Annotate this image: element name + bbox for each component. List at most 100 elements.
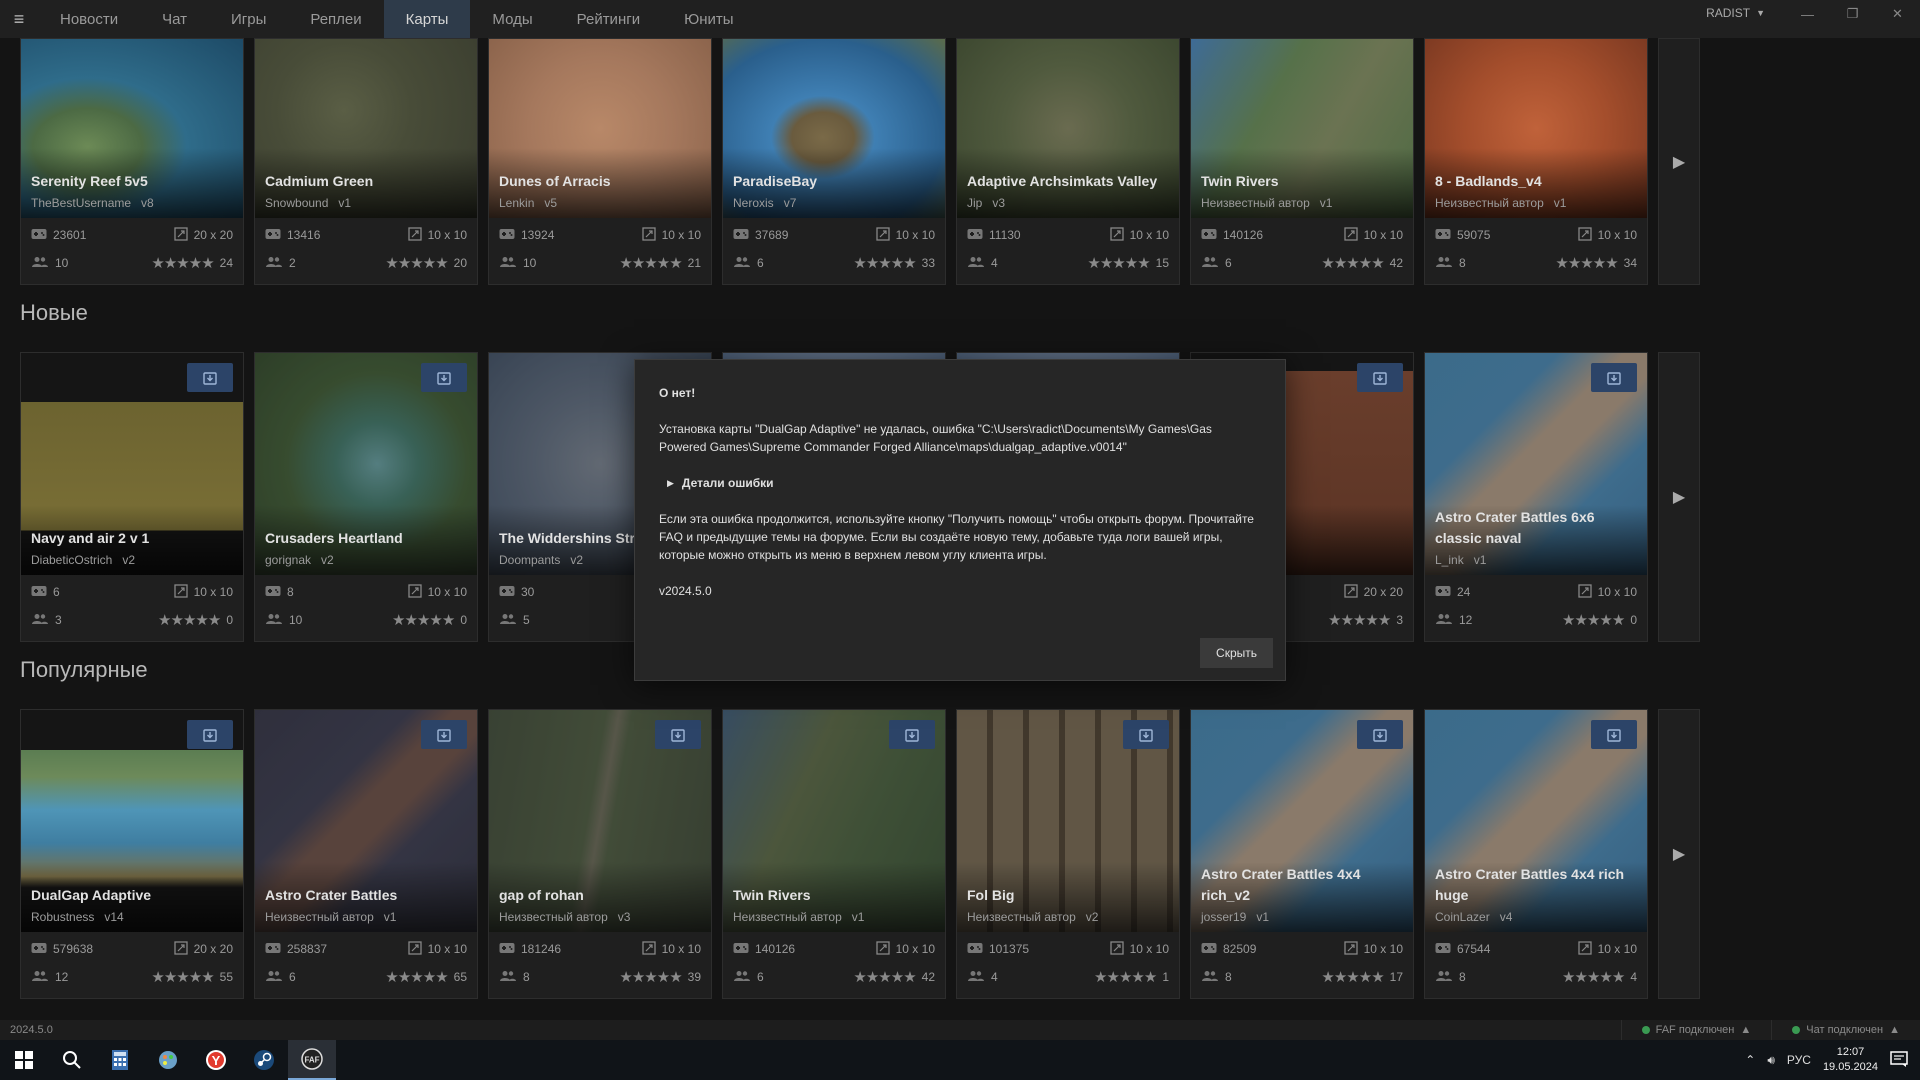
star-rating-icon: ★★★★★ [853,255,916,272]
download-button[interactable] [655,720,701,749]
download-button[interactable] [1357,720,1403,749]
tab-replays[interactable]: Реплеи [288,0,383,38]
hide-button[interactable]: Скрыть [1200,638,1273,668]
map-stats: 67544 10 x 10 8 ★★★★★ 4 [1435,940,1637,986]
next-page-button[interactable]: ▶ [1658,709,1700,999]
next-page-button[interactable]: ▶ [1658,38,1700,285]
map-card[interactable]: Serenity Reef 5v5 TheBestUsername v8 23601 2… [20,38,244,285]
map-card[interactable]: Astro Crater Battles 6x6 classic naval L_… [1424,352,1648,642]
plays-count: 101375 [989,942,1030,956]
map-preview[interactable]: Cadmium Green Snowbound v1 [255,39,477,218]
map-size: 20 x 20 [193,942,233,956]
map-preview[interactable]: Adaptive Archsimkats Valley Jip v3 [957,39,1179,218]
section-title-new: Новые [20,300,88,325]
gamepad-icon [265,942,281,957]
map-card[interactable]: Astro Crater Battles 4x4 rich huge CoinLa… [1424,709,1648,999]
map-card[interactable]: gap of rohan Неизвестный автор v3 181246 10 … [488,709,712,999]
search-icon[interactable] [48,1040,96,1080]
plays-stat: 30 [499,585,534,600]
map-card[interactable]: Adaptive Archsimkats Valley Jip v3 11130 10 … [956,38,1180,285]
map-card[interactable]: Cadmium Green Snowbound v1 13416 10 x 10 2 ★★★… [254,38,478,285]
hamburger-menu-icon[interactable]: ≡ [0,0,38,38]
map-preview[interactable]: Twin Rivers Неизвестный автор v1 [1191,39,1413,218]
download-button[interactable] [1591,720,1637,749]
download-button[interactable] [421,720,467,749]
plays-stat: 258837 [265,942,327,957]
players-icon [31,970,49,985]
download-button[interactable] [187,363,233,392]
plays-count: 30 [521,585,535,599]
map-size-icon [1577,940,1592,958]
tab-chat[interactable]: Чат [140,0,209,38]
rating-stat: ★★★★★ 0 [392,611,467,629]
tab-games[interactable]: Игры [209,0,288,38]
triangle-right-icon: ▶ [667,478,674,488]
map-stats: 37689 10 x 10 6 ★★★★★ 33 [733,226,935,272]
tab-mods[interactable]: Моды [470,0,554,38]
faf-connection-status[interactable]: FAF подключен ▲ [1620,1020,1772,1040]
map-preview[interactable]: 8 - Badlands_v4 Неизвестный автор v1 [1425,39,1647,218]
steam-icon[interactable] [240,1040,288,1080]
map-version: v2 [122,553,136,567]
user-menu[interactable]: RADIST ▼ [1706,0,1785,26]
map-preview[interactable]: ParadiseBay Neroxis v7 [723,39,945,218]
error-details-toggle[interactable]: ▶ Детали ошибки [667,474,1261,492]
map-card[interactable]: ParadiseBay Neroxis v7 37689 10 x 10 6 ★★★★★ 33 [722,38,946,285]
paint-app-icon[interactable] [144,1040,192,1080]
map-card[interactable]: Dunes of Arracis Lenkin v5 13924 10 x 10 10 ★★… [488,38,712,285]
map-preview[interactable]: Dunes of Arracis Lenkin v5 [489,39,711,218]
gamepad-icon [1435,585,1451,600]
map-preview[interactable]: Serenity Reef 5v5 TheBestUsername v8 [21,39,243,218]
map-card[interactable]: Twin Rivers Неизвестный автор v1 140126 10 x… [1190,38,1414,285]
section-title-popular: Популярные [20,657,148,682]
map-version: v1 [851,910,865,924]
star-rating-icon: ★★★★★ [619,255,682,272]
plays-count: 6 [53,585,60,599]
map-card[interactable]: Fol Big Неизвестный автор v2 101375 10 x 10 4… [956,709,1180,999]
download-icon [1606,370,1622,386]
calculator-icon[interactable] [96,1040,144,1080]
map-card[interactable]: Navy and air 2 v 1 DiabeticOstrich v2 6 10 x… [20,352,244,642]
chat-connection-status[interactable]: Чат подключен ▲ [1771,1020,1920,1040]
download-button[interactable] [421,363,467,392]
map-version: v3 [617,910,631,924]
map-author-line: Snowbound v1 [265,196,351,210]
clock[interactable]: 12:07 19.05.2024 [1823,1045,1878,1075]
faf-client-icon[interactable]: FAF [288,1040,336,1080]
yandex-browser-icon[interactable]: Y [192,1040,240,1080]
map-card[interactable]: Crusaders Heartland gorignak v2 8 10 x 10 10 ★… [254,352,478,642]
map-size-icon [1343,583,1358,601]
stats-line-1: 24 10 x 10 [1435,583,1637,601]
language-indicator[interactable]: РУС [1787,1053,1811,1067]
download-button[interactable] [1357,363,1403,392]
notifications-icon[interactable] [1890,1050,1908,1071]
chat-status-label: Чат подключен [1806,1024,1884,1036]
map-author-line: Robustness v14 [31,910,124,924]
download-button[interactable] [1123,720,1169,749]
windows-start-icon[interactable] [0,1040,48,1080]
map-author: Неизвестный автор [1201,196,1310,210]
tab-maps[interactable]: Карты [383,0,471,38]
tab-units[interactable]: Юниты [662,0,755,38]
restore-icon[interactable]: ❐ [1830,0,1875,28]
players-icon [1435,970,1453,985]
map-card[interactable]: Astro Crater Battles Неизвестный автор v1 2… [254,709,478,999]
tab-ratings[interactable]: Рейтинги [555,0,662,38]
map-card[interactable]: DualGap Adaptive Robustness v14 579638 20 x … [20,709,244,999]
close-icon[interactable]: ✕ [1875,0,1920,28]
minimize-icon[interactable]: — [1785,0,1830,28]
tab-news[interactable]: Новости [38,0,140,38]
map-card[interactable]: 8 - Badlands_v4 Неизвестный автор v1 59075 1… [1424,38,1648,285]
next-page-button[interactable]: ▶ [1658,352,1700,642]
gamepad-icon [265,228,281,243]
chevron-up-icon[interactable]: ⌃ [1745,1053,1755,1067]
map-stats: 6 10 x 10 3 ★★★★★ 0 [31,583,233,629]
map-stats: 8 10 x 10 10 ★★★★★ 0 [265,583,467,629]
map-card[interactable]: Twin Rivers Неизвестный автор v1 140126 10 x… [722,709,946,999]
download-button[interactable] [187,720,233,749]
volume-icon[interactable]: 🔊︎ [1767,1053,1775,1068]
players-count: 8 [1225,970,1232,984]
download-button[interactable] [889,720,935,749]
download-button[interactable] [1591,363,1637,392]
map-card[interactable]: Astro Crater Battles 4x4 rich_v2 josser19… [1190,709,1414,999]
